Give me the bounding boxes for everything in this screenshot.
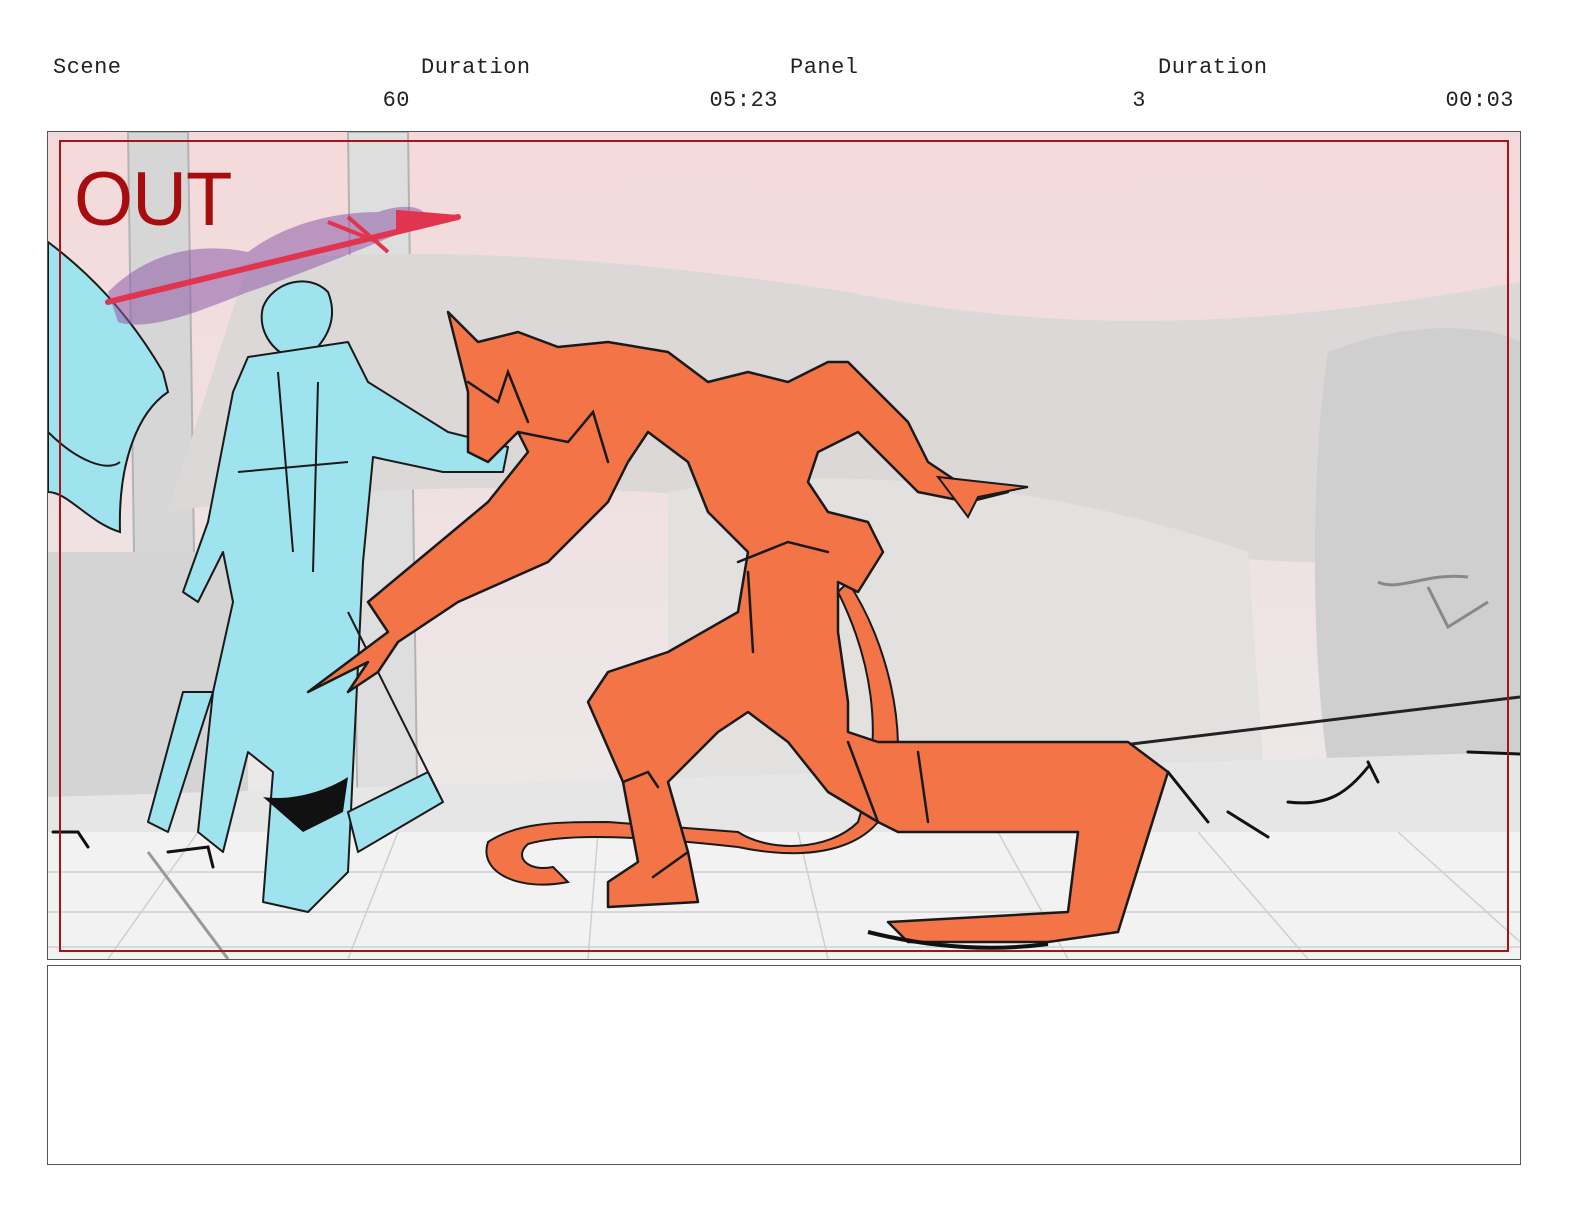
storyboard-sketch bbox=[48, 132, 1520, 959]
panel-label: Panel bbox=[790, 55, 859, 80]
panel-duration-label: Duration bbox=[1158, 55, 1268, 80]
out-stamp: OUT bbox=[74, 157, 232, 242]
scene-number: 60 bbox=[382, 88, 410, 113]
panel-number: 3 bbox=[1132, 88, 1146, 113]
notes-box bbox=[47, 965, 1521, 1165]
panel-duration: 00:03 bbox=[1445, 88, 1514, 113]
storyboard-panel: OUT bbox=[47, 131, 1521, 960]
scene-duration: 05:23 bbox=[709, 88, 778, 113]
scene-label: Scene bbox=[53, 55, 122, 80]
scene-duration-label: Duration bbox=[421, 55, 531, 80]
